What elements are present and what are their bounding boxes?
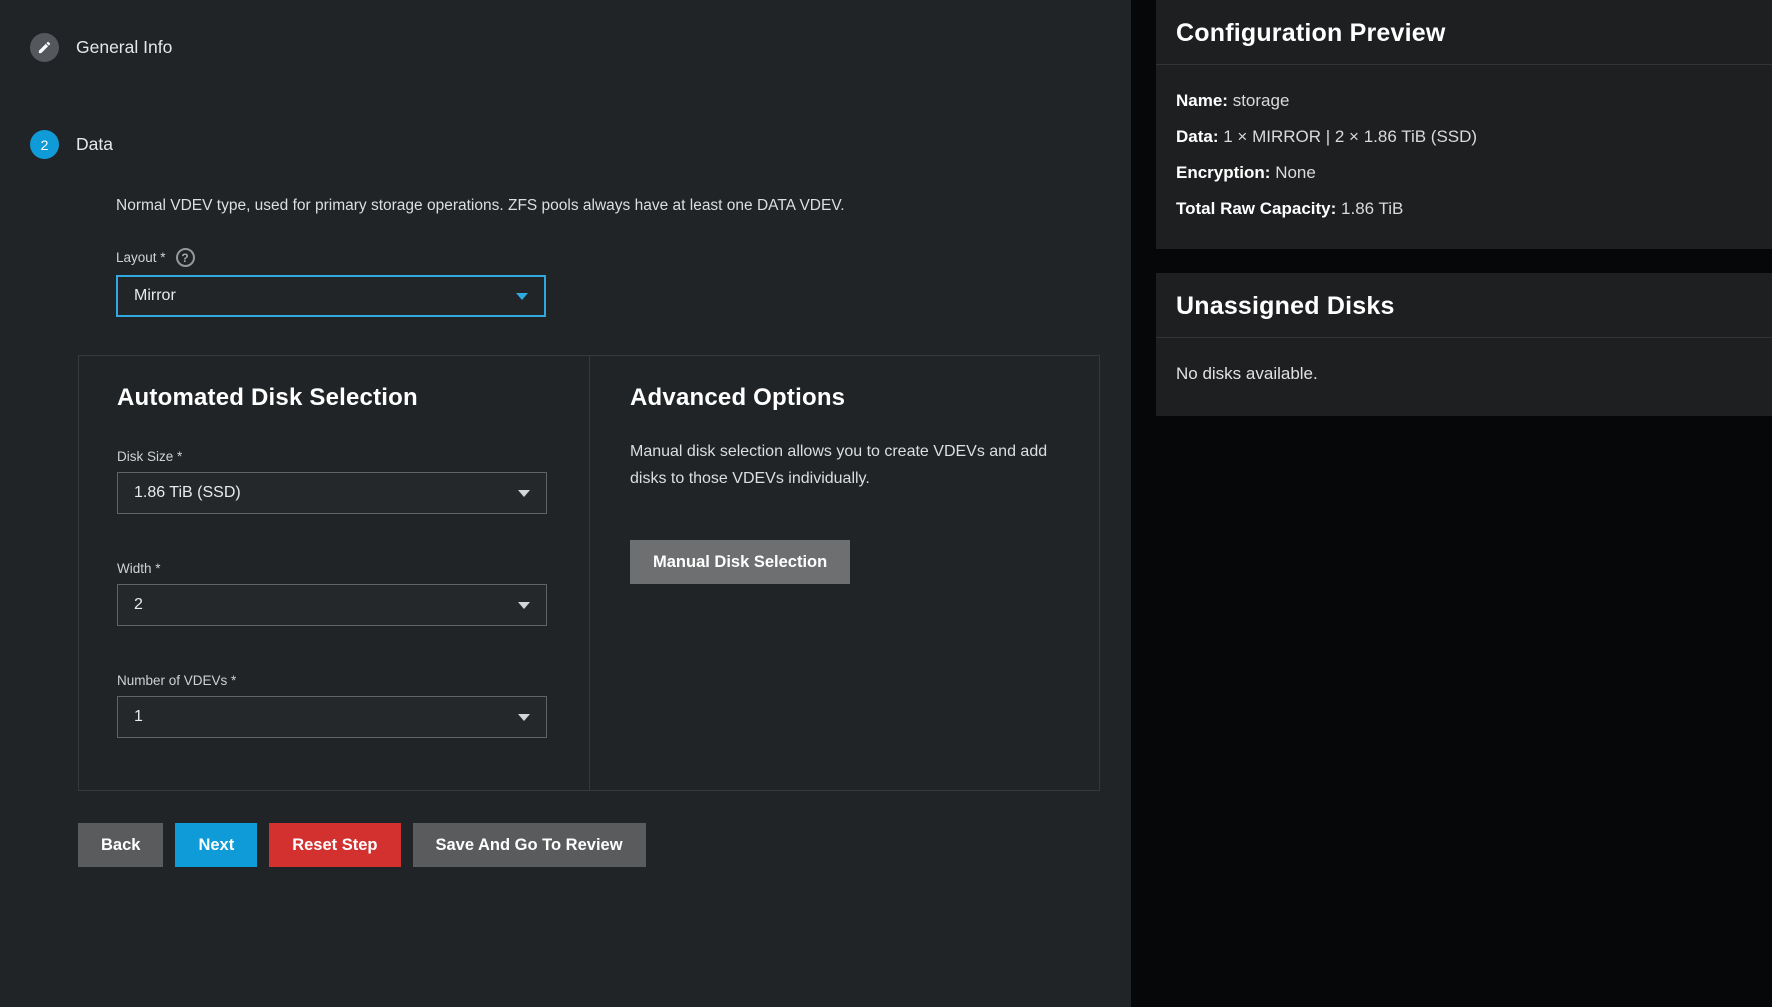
preview-data-label: Data:: [1176, 127, 1219, 146]
width-select-value: 2: [134, 596, 143, 614]
step-data-number-badge[interactable]: 2: [30, 130, 59, 159]
disk-size-field: Disk Size * 1.86 TiB (SSD): [117, 449, 549, 514]
disk-size-select[interactable]: 1.86 TiB (SSD): [117, 472, 547, 514]
unassigned-disks-title: Unassigned Disks: [1176, 292, 1752, 321]
vdev-description: Normal VDEV type, used for primary stora…: [116, 197, 1131, 215]
disk-selection-panel: Automated Disk Selection Disk Size * 1.8…: [78, 355, 1100, 791]
width-label: Width *: [117, 561, 549, 576]
no-disks-message: No disks available.: [1176, 356, 1752, 394]
preview-encryption-value: None: [1275, 163, 1316, 182]
preview-name-value: storage: [1233, 91, 1290, 110]
preview-data-line: Data: 1 × MIRROR | 2 × 1.86 TiB (SSD): [1176, 119, 1752, 155]
disk-size-label: Disk Size *: [117, 449, 549, 464]
data-step-content: Normal VDEV type, used for primary stora…: [116, 197, 1131, 317]
pool-creation-wizard: General Info 2 Data Normal VDEV type, us…: [0, 0, 1772, 1007]
width-select[interactable]: 2: [117, 584, 547, 626]
number-of-vdevs-select-value: 1: [134, 708, 143, 726]
width-field: Width * 2: [117, 561, 549, 626]
preview-name-label: Name:: [1176, 91, 1228, 110]
step-general-info-label[interactable]: General Info: [76, 37, 172, 58]
preview-encryption-line: Encryption: None: [1176, 155, 1752, 191]
wizard-action-bar: Back Next Reset Step Save And Go To Revi…: [78, 823, 1131, 867]
edit-pencil-icon-glyph: [37, 40, 52, 55]
layout-field-label-row: Layout * ?: [116, 248, 1131, 267]
wizard-main: General Info 2 Data Normal VDEV type, us…: [0, 0, 1131, 1007]
back-button[interactable]: Back: [78, 823, 163, 867]
preview-capacity-line: Total Raw Capacity: 1.86 TiB: [1176, 191, 1752, 227]
edit-pencil-icon[interactable]: [30, 33, 59, 62]
save-and-go-to-review-button[interactable]: Save And Go To Review: [413, 823, 646, 867]
chevron-down-icon: [516, 293, 528, 300]
configuration-preview-card: Configuration Preview Name: storage Data…: [1156, 0, 1772, 249]
reset-step-button[interactable]: Reset Step: [269, 823, 400, 867]
step-data[interactable]: 2 Data: [0, 62, 1131, 159]
configuration-preview-body: Name: storage Data: 1 × MIRROR | 2 × 1.8…: [1156, 65, 1772, 249]
preview-name-line: Name: storage: [1176, 83, 1752, 119]
preview-capacity-value: 1.86 TiB: [1341, 199, 1403, 218]
chevron-down-icon: [518, 490, 530, 497]
preview-capacity-label: Total Raw Capacity:: [1176, 199, 1336, 218]
step-general-info[interactable]: General Info: [0, 0, 1131, 62]
configuration-preview-header: Configuration Preview: [1156, 0, 1772, 65]
next-button[interactable]: Next: [175, 823, 257, 867]
automated-disk-selection-section: Automated Disk Selection Disk Size * 1.8…: [79, 356, 589, 790]
number-of-vdevs-field: Number of VDEVs * 1: [117, 673, 549, 738]
layout-label: Layout *: [116, 250, 166, 265]
configuration-preview-title: Configuration Preview: [1176, 19, 1752, 48]
summary-sidebar: Configuration Preview Name: storage Data…: [1131, 0, 1772, 1007]
unassigned-disks-card: Unassigned Disks No disks available.: [1156, 273, 1772, 416]
chevron-down-icon: [518, 602, 530, 609]
layout-select[interactable]: Mirror: [116, 275, 546, 317]
preview-data-value: 1 × MIRROR | 2 × 1.86 TiB (SSD): [1223, 127, 1477, 146]
number-of-vdevs-select[interactable]: 1: [117, 696, 547, 738]
automated-disk-selection-title: Automated Disk Selection: [117, 384, 549, 412]
manual-disk-selection-button[interactable]: Manual Disk Selection: [630, 540, 850, 584]
step-data-label[interactable]: Data: [76, 134, 113, 155]
advanced-options-description: Manual disk selection allows you to crea…: [630, 438, 1059, 492]
help-icon[interactable]: ?: [176, 248, 195, 267]
preview-encryption-label: Encryption:: [1176, 163, 1270, 182]
disk-size-select-value: 1.86 TiB (SSD): [134, 484, 241, 502]
unassigned-disks-body: No disks available.: [1156, 338, 1772, 416]
chevron-down-icon: [518, 714, 530, 721]
number-of-vdevs-label: Number of VDEVs *: [117, 673, 549, 688]
unassigned-disks-header: Unassigned Disks: [1156, 273, 1772, 338]
advanced-options-title: Advanced Options: [630, 384, 1059, 412]
advanced-options-section: Advanced Options Manual disk selection a…: [589, 356, 1099, 790]
layout-select-value: Mirror: [134, 287, 176, 305]
